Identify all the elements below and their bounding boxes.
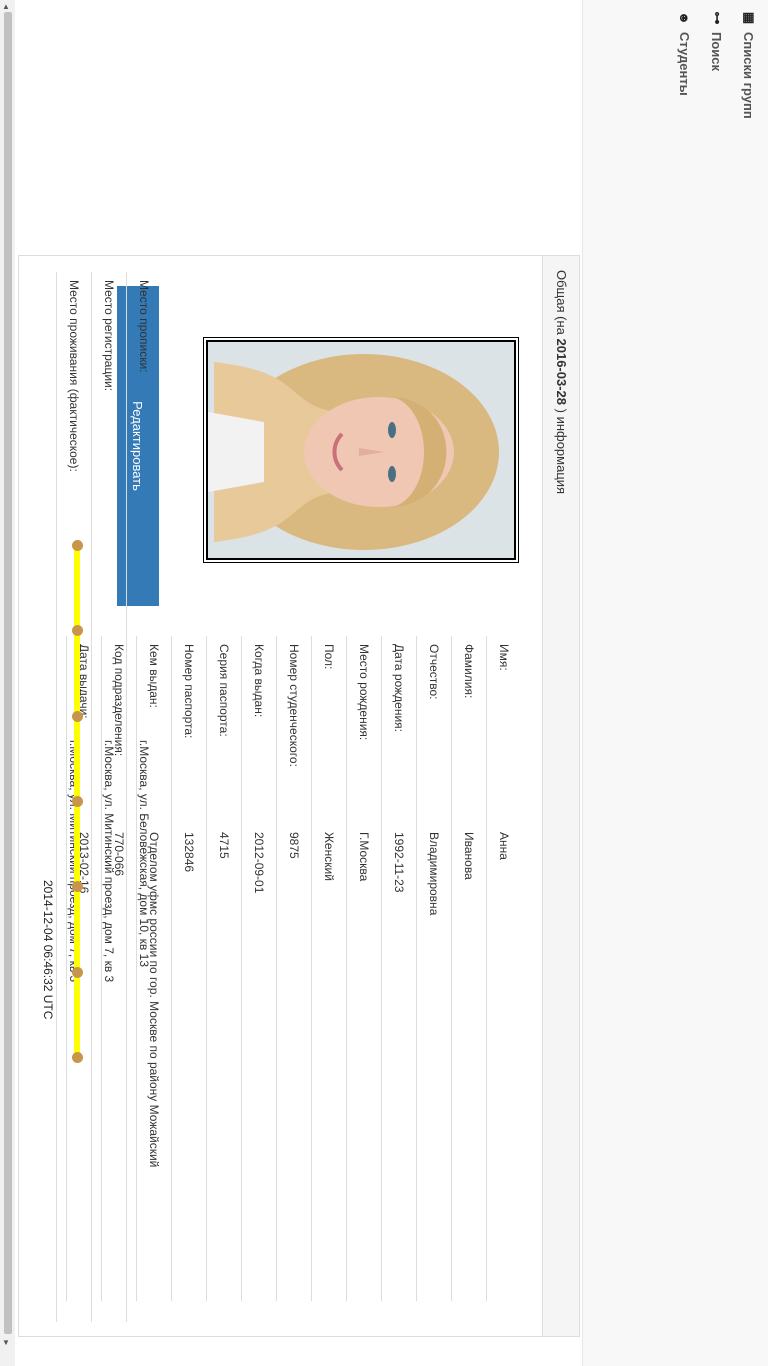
field-row: Фамилия: Иванова bbox=[451, 636, 486, 1301]
field-row: Номер студенческого: 9875 bbox=[276, 636, 311, 1301]
timeline-dot[interactable] bbox=[72, 710, 83, 722]
scroll-down-arrow-icon[interactable]: ▼ bbox=[2, 1338, 10, 1347]
field-label: Номер студенческого: bbox=[287, 644, 301, 767]
address-label: Место регистрации: bbox=[102, 280, 116, 392]
field-value: Иванова bbox=[462, 832, 476, 880]
field-label: Отчество: bbox=[427, 644, 441, 700]
rotated-page: ▦ Списки групп ⊶ Поиск ☻ Студенты Общая … bbox=[15, 0, 768, 1366]
field-value: Г.Москва bbox=[357, 832, 371, 882]
field-row: Когда выдан: 2012-09-01 bbox=[241, 636, 276, 1301]
heading-date: 2016-03-28 bbox=[554, 338, 569, 406]
users-icon: ☻ bbox=[677, 11, 693, 25]
address-label: Место проживания (фактическое): bbox=[67, 280, 81, 472]
address-label: Место прописки: bbox=[137, 280, 151, 373]
field-value: 9875 bbox=[287, 832, 301, 859]
timeline-dot[interactable] bbox=[72, 540, 83, 551]
heading-prefix: Общая (на bbox=[554, 270, 569, 335]
timeline-dot[interactable] bbox=[72, 966, 83, 978]
timeline-dot[interactable] bbox=[72, 1052, 83, 1063]
nav-students-link[interactable]: ☻ Студенты bbox=[676, 10, 694, 119]
field-row: Серия паспорта: 4715 bbox=[206, 636, 241, 1301]
nav-students-label: Студенты bbox=[677, 32, 693, 96]
field-label: Имя: bbox=[497, 644, 511, 671]
vertical-scroll-thumb[interactable] bbox=[4, 12, 12, 1334]
address-value: г.Москва, ул. Беловежская, дом 10, кв 13 bbox=[137, 740, 151, 967]
student-info-panel: Общая (на 2016-03-28 ) информация Редакт… bbox=[18, 255, 580, 1337]
heading-suffix: ) информация bbox=[554, 408, 569, 495]
nav-search-link[interactable]: ⊶ Поиск bbox=[708, 10, 726, 119]
nav-groups-link[interactable]: ▦ Списки групп bbox=[740, 10, 758, 119]
field-label: Фамилия: bbox=[462, 644, 476, 699]
field-value: 132846 bbox=[182, 832, 196, 873]
field-value: 4715 bbox=[217, 832, 231, 859]
vertical-scrollbar[interactable]: ▲ ▼ bbox=[0, 0, 15, 1350]
field-value: 2012-09-01 bbox=[252, 832, 266, 894]
field-value: Женский bbox=[322, 832, 336, 881]
scroll-up-arrow-icon[interactable]: ▲ bbox=[2, 2, 10, 11]
field-row: Номер паспорта: 132846 bbox=[171, 636, 206, 1301]
portrait-image bbox=[208, 342, 514, 558]
panel-heading: Общая (на 2016-03-28 ) информация bbox=[542, 256, 579, 1336]
field-value: 1992-11-23 bbox=[392, 832, 406, 893]
field-label: Дата рождения: bbox=[392, 644, 406, 732]
field-row: Пол: Женский bbox=[311, 636, 346, 1301]
address-value: г.Москва, ул. Митинский проезд, дом 7, к… bbox=[102, 740, 116, 983]
timeline-bar bbox=[72, 540, 83, 1063]
field-row: Имя: Анна bbox=[486, 636, 521, 1301]
field-label: Пол: bbox=[322, 644, 336, 670]
field-label: Номер паспорта: bbox=[182, 644, 196, 739]
binoculars-icon: ⊶ bbox=[710, 11, 725, 25]
student-photo bbox=[201, 337, 521, 563]
list-icon: ▦ bbox=[742, 11, 757, 25]
timeline-dot[interactable] bbox=[72, 796, 83, 807]
address-row: Место регистрации: г.Москва, ул. Митински… bbox=[91, 272, 126, 1322]
field-value: Анна bbox=[497, 832, 511, 860]
field-row: Дата рождения: 1992-11-23 bbox=[381, 636, 416, 1301]
address-row: Место прописки: г.Москва, ул. Беловежская… bbox=[126, 272, 161, 1322]
nav-list: ▦ Списки групп ⊶ Поиск ☻ Студенты bbox=[676, 10, 758, 119]
field-value: Владимировна bbox=[427, 832, 441, 916]
nav-search-label: Поиск bbox=[709, 32, 725, 72]
field-label: Место рождения: bbox=[357, 644, 371, 741]
field-label: Когда выдан: bbox=[252, 644, 266, 718]
field-label: Серия паспорта: bbox=[217, 644, 231, 737]
timestamp: 2014-12-04 06:46:32 UTC bbox=[41, 880, 55, 1020]
field-row: Отчество: Владимировна bbox=[416, 636, 451, 1301]
nav-groups-label: Списки групп bbox=[741, 32, 757, 119]
navbar: ▦ Списки групп ⊶ Поиск ☻ Студенты bbox=[582, 0, 768, 1366]
panel-title: Общая (на 2016-03-28 ) информация bbox=[543, 270, 579, 494]
field-row: Место рождения: Г.Москва bbox=[346, 636, 381, 1301]
